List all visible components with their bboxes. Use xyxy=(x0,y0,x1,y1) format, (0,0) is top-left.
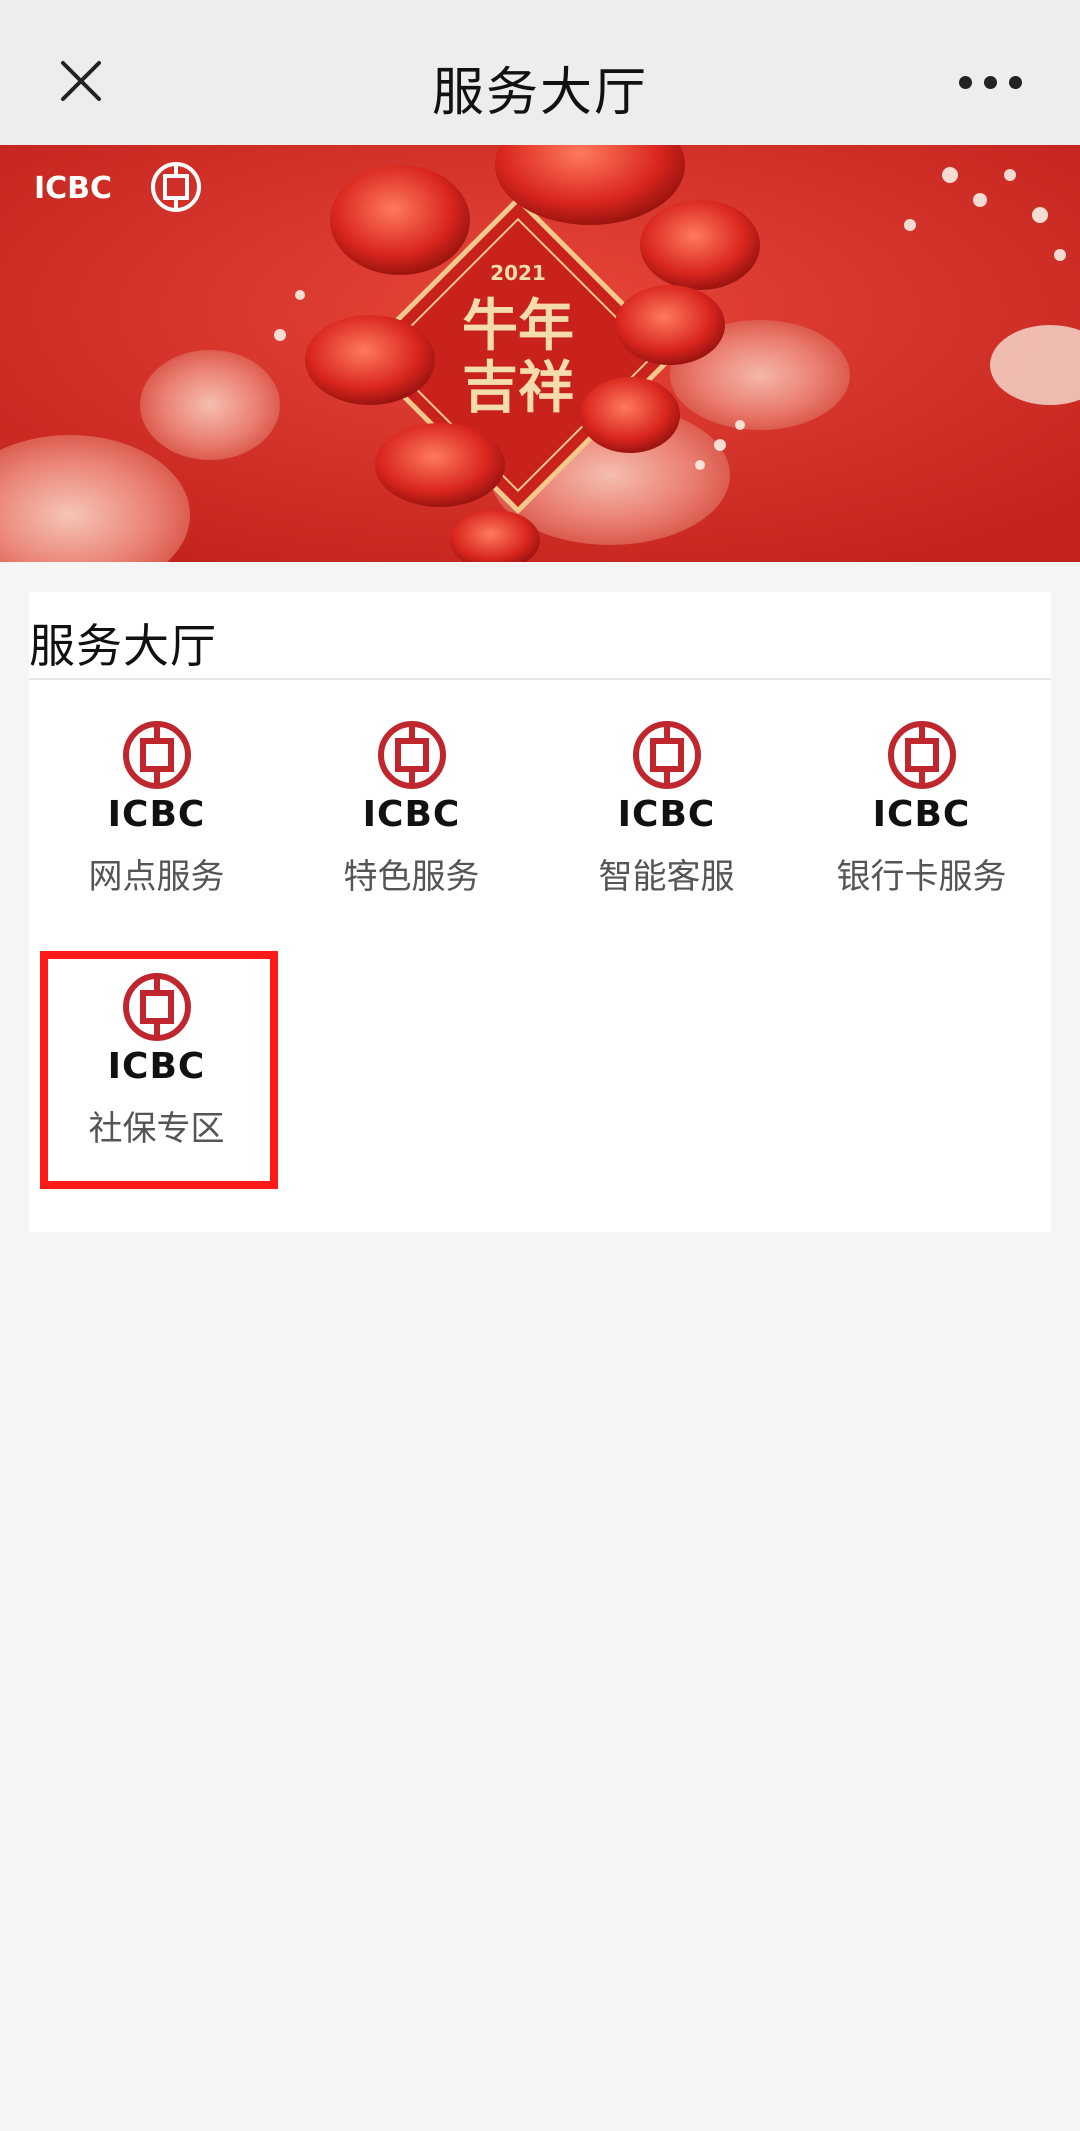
banner-greeting-line1: 牛年 xyxy=(462,294,574,359)
brand-text: ICBC xyxy=(362,794,461,835)
banner-year: 2021 xyxy=(490,261,546,285)
service-item-bank-card[interactable]: ICBC 银行卡服务 xyxy=(794,680,1049,930)
service-item-label: 智能客服 xyxy=(598,857,735,897)
section-title: 服务大厅 xyxy=(29,619,217,673)
brand-text: ICBC xyxy=(617,794,716,835)
banner-image: 2021 牛年 吉祥 ICBC xyxy=(0,145,1080,562)
icbc-logo-icon xyxy=(377,721,446,789)
service-item-outlet[interactable]: ICBC 网点服务 xyxy=(29,680,284,930)
more-button[interactable] xyxy=(940,50,1040,114)
brand-text: ICBC xyxy=(107,794,206,835)
service-item-label: 特色服务 xyxy=(343,857,480,897)
page-title: 服务大厅 xyxy=(431,63,648,123)
service-item-label: 银行卡服务 xyxy=(836,857,1007,897)
service-item-smart-support[interactable]: ICBC 智能客服 xyxy=(539,680,794,930)
service-item-featured[interactable]: ICBC 特色服务 xyxy=(284,680,539,930)
icbc-logo-icon xyxy=(632,721,701,789)
banner-greeting-line2: 吉祥 xyxy=(462,356,574,421)
service-item-label: 网点服务 xyxy=(88,857,225,897)
more-dots-icon xyxy=(958,75,972,89)
highlight-box xyxy=(40,951,278,1189)
banner-logo-text: ICBC xyxy=(34,171,112,206)
brand-text: ICBC xyxy=(872,794,971,835)
promo-banner[interactable]: 2021 牛年 吉祥 ICBC xyxy=(0,145,1080,562)
top-nav-bar: 服务大厅 xyxy=(0,0,1080,145)
icbc-logo-icon xyxy=(122,721,191,789)
icbc-logo-icon xyxy=(887,721,956,789)
